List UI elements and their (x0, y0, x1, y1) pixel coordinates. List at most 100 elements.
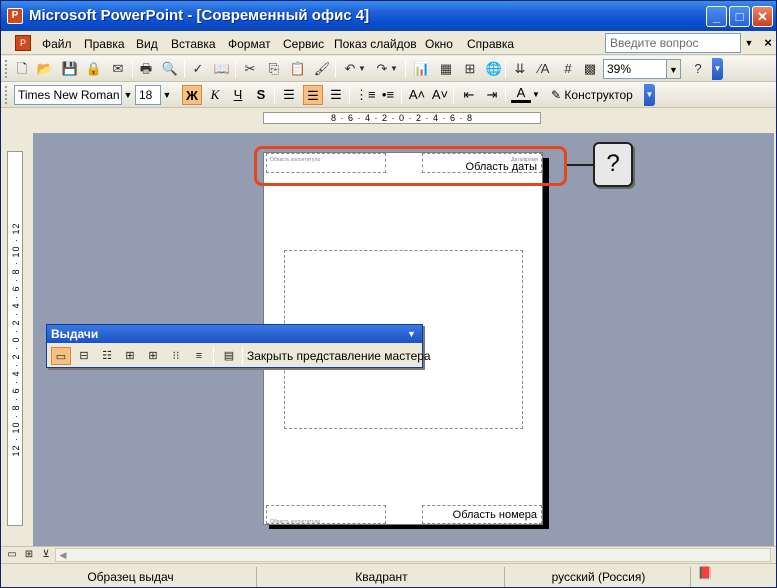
menu-file[interactable]: Файл (42, 35, 72, 53)
layout-1-slide-icon[interactable]: ▭ (51, 347, 71, 365)
maximize-button[interactable]: □ (729, 6, 750, 27)
print-icon[interactable]: 🖶 (137, 60, 155, 78)
menu-view[interactable]: Вид (136, 35, 158, 53)
title-bar: P Microsoft PowerPoint - [Современный оф… (1, 1, 776, 31)
font-name-input[interactable]: Times New Roman (14, 85, 122, 105)
footer-placeholder[interactable]: Область колонтитула (266, 505, 386, 525)
email-icon[interactable]: ✉ (109, 60, 127, 78)
close-button[interactable]: ✕ (752, 6, 773, 27)
ask-question-input[interactable]: Введите вопрос (605, 33, 741, 53)
toolbar-separator (274, 86, 275, 104)
menu-window[interactable]: Окно (425, 35, 453, 53)
paste-icon[interactable]: 📋 (289, 60, 307, 78)
toolbar-options-chevron-icon[interactable]: ▼ (644, 84, 655, 106)
view-bar: ▭ ⊞ ⊻ ◀ (1, 546, 776, 563)
table-icon[interactable]: ▦ (437, 60, 455, 78)
document-icon[interactable]: P (15, 35, 31, 51)
grid-icon[interactable]: # (559, 60, 577, 78)
format-painter-icon[interactable]: 🖌 (313, 60, 331, 78)
layout-outline-icon[interactable]: ≡ (189, 347, 209, 365)
zoom-input[interactable]: 39% (603, 59, 667, 79)
tables-borders-icon[interactable]: ⊞ (461, 60, 479, 78)
increase-font-icon[interactable]: A˄ (407, 85, 427, 105)
layout-3-slides-icon[interactable]: ☷ (97, 347, 117, 365)
save-icon[interactable]: 💾 (61, 60, 79, 78)
font-name-dropdown[interactable]: ▼ (122, 85, 134, 105)
horizontal-scrollbar[interactable] (55, 548, 771, 562)
header-footer-icon[interactable]: ▤ (219, 347, 239, 365)
open-folder-icon[interactable]: 📂 (36, 60, 54, 78)
toolbar-grip[interactable] (5, 60, 8, 78)
normal-view-icon[interactable]: ▭ (5, 548, 19, 562)
spelling-icon[interactable]: ✓ (189, 60, 207, 78)
chevron-down-icon[interactable]: ▼ (389, 60, 399, 78)
show-formatting-icon[interactable]: ⁄A (535, 60, 553, 78)
cut-icon[interactable]: ✂ (241, 60, 259, 78)
number-placeholder[interactable]: Область номера (422, 505, 542, 524)
spelling-status-icon[interactable]: 📕 (695, 564, 715, 582)
slide-show-icon[interactable]: ⊻ (39, 548, 53, 562)
toolbar-grip[interactable] (5, 86, 8, 104)
menu-tools[interactable]: Сервис (283, 35, 324, 53)
powerpoint-app-icon[interactable]: P (7, 8, 23, 24)
zoom-dropdown[interactable]: ▼ (667, 59, 681, 79)
menu-insert[interactable]: Вставка (171, 35, 216, 53)
increase-indent-icon[interactable]: ⇥ (482, 85, 502, 105)
layout-6-slides-icon[interactable]: ⊞ (143, 347, 163, 365)
layout-9-slides-icon[interactable]: ⁝⁝ (166, 347, 186, 365)
slide-sorter-icon[interactable]: ⊞ (22, 548, 36, 562)
slide-design-label: Конструктор (564, 88, 633, 102)
align-center-icon[interactable]: ☰ (303, 85, 323, 105)
decrease-indent-icon[interactable]: ⇤ (459, 85, 479, 105)
close-master-view-button[interactable]: Закрыть представление мастера (247, 347, 431, 365)
expand-icon[interactable]: ⇊ (511, 60, 529, 78)
numbering-icon[interactable]: ⋮≡ (355, 85, 376, 105)
toolbar-separator (453, 86, 454, 104)
document-close-button[interactable]: × (761, 35, 775, 51)
color-grayscale-icon[interactable]: ▩ (581, 60, 599, 78)
toolbar-separator (505, 86, 506, 104)
toolbar-separator (335, 60, 336, 78)
print-preview-icon[interactable]: 🔍 (161, 60, 179, 78)
align-right-icon[interactable]: ☰ (326, 85, 346, 105)
menu-edit[interactable]: Правка (84, 35, 125, 53)
chevron-down-icon[interactable]: ▼ (407, 328, 417, 340)
toolbar-options-chevron-icon[interactable]: ▼ (712, 58, 723, 80)
new-file-icon[interactable]: 🗋 (13, 60, 31, 78)
design-icon: ✎ (551, 88, 562, 102)
vertical-ruler-labels: 12 · 10 · 8 · 6 · 4 · 2 · 0 · 2 · 4 · 6 … (11, 222, 21, 457)
align-left-icon[interactable]: ☰ (279, 85, 299, 105)
minimize-button[interactable]: _ (706, 6, 727, 27)
font-size-dropdown[interactable]: ▼ (161, 85, 173, 105)
hyperlink-icon[interactable]: 🌐 (485, 60, 503, 78)
copy-icon[interactable]: ⎘ (265, 60, 283, 78)
powerpoint-window: P Microsoft PowerPoint - [Современный оф… (0, 0, 777, 588)
menu-help[interactable]: Справка (467, 35, 514, 53)
bullets-icon[interactable]: •≡ (378, 85, 398, 105)
toolbar-separator (132, 60, 133, 78)
bold-button[interactable]: Ж (182, 85, 202, 105)
callout-pointer (567, 164, 595, 166)
chevron-down-icon[interactable]: ▼ (357, 60, 367, 78)
menu-format[interactable]: Формат (228, 35, 271, 53)
slide-design-button[interactable]: ✎ Конструктор (551, 85, 633, 105)
handout-toolbar-title[interactable]: Выдачи (47, 325, 422, 343)
italic-button[interactable]: К (205, 85, 225, 105)
font-size-input[interactable]: 18 (135, 85, 161, 105)
menu-slideshow[interactable]: Показ слайдов (334, 35, 417, 53)
shadow-button[interactable]: S (251, 85, 271, 105)
chevron-down-icon[interactable]: ▼ (531, 85, 541, 105)
scroll-left-icon[interactable]: ◀ (57, 549, 69, 561)
chart-icon[interactable]: 📊 (413, 60, 431, 78)
research-icon[interactable]: 📖 (213, 60, 231, 78)
layout-2-slides-icon[interactable]: ⊟ (74, 347, 94, 365)
help-icon[interactable]: ? (689, 60, 707, 78)
toolbar-separator (184, 60, 185, 78)
font-color-icon[interactable]: A (511, 85, 531, 103)
toolbar-separator (505, 60, 506, 78)
permission-icon[interactable]: 🔒 (85, 60, 103, 78)
decrease-font-icon[interactable]: A˅ (430, 85, 450, 105)
chevron-down-icon[interactable]: ▼ (743, 35, 755, 51)
layout-4-slides-icon[interactable]: ⊞ (120, 347, 140, 365)
underline-button[interactable]: Ч (228, 85, 248, 105)
